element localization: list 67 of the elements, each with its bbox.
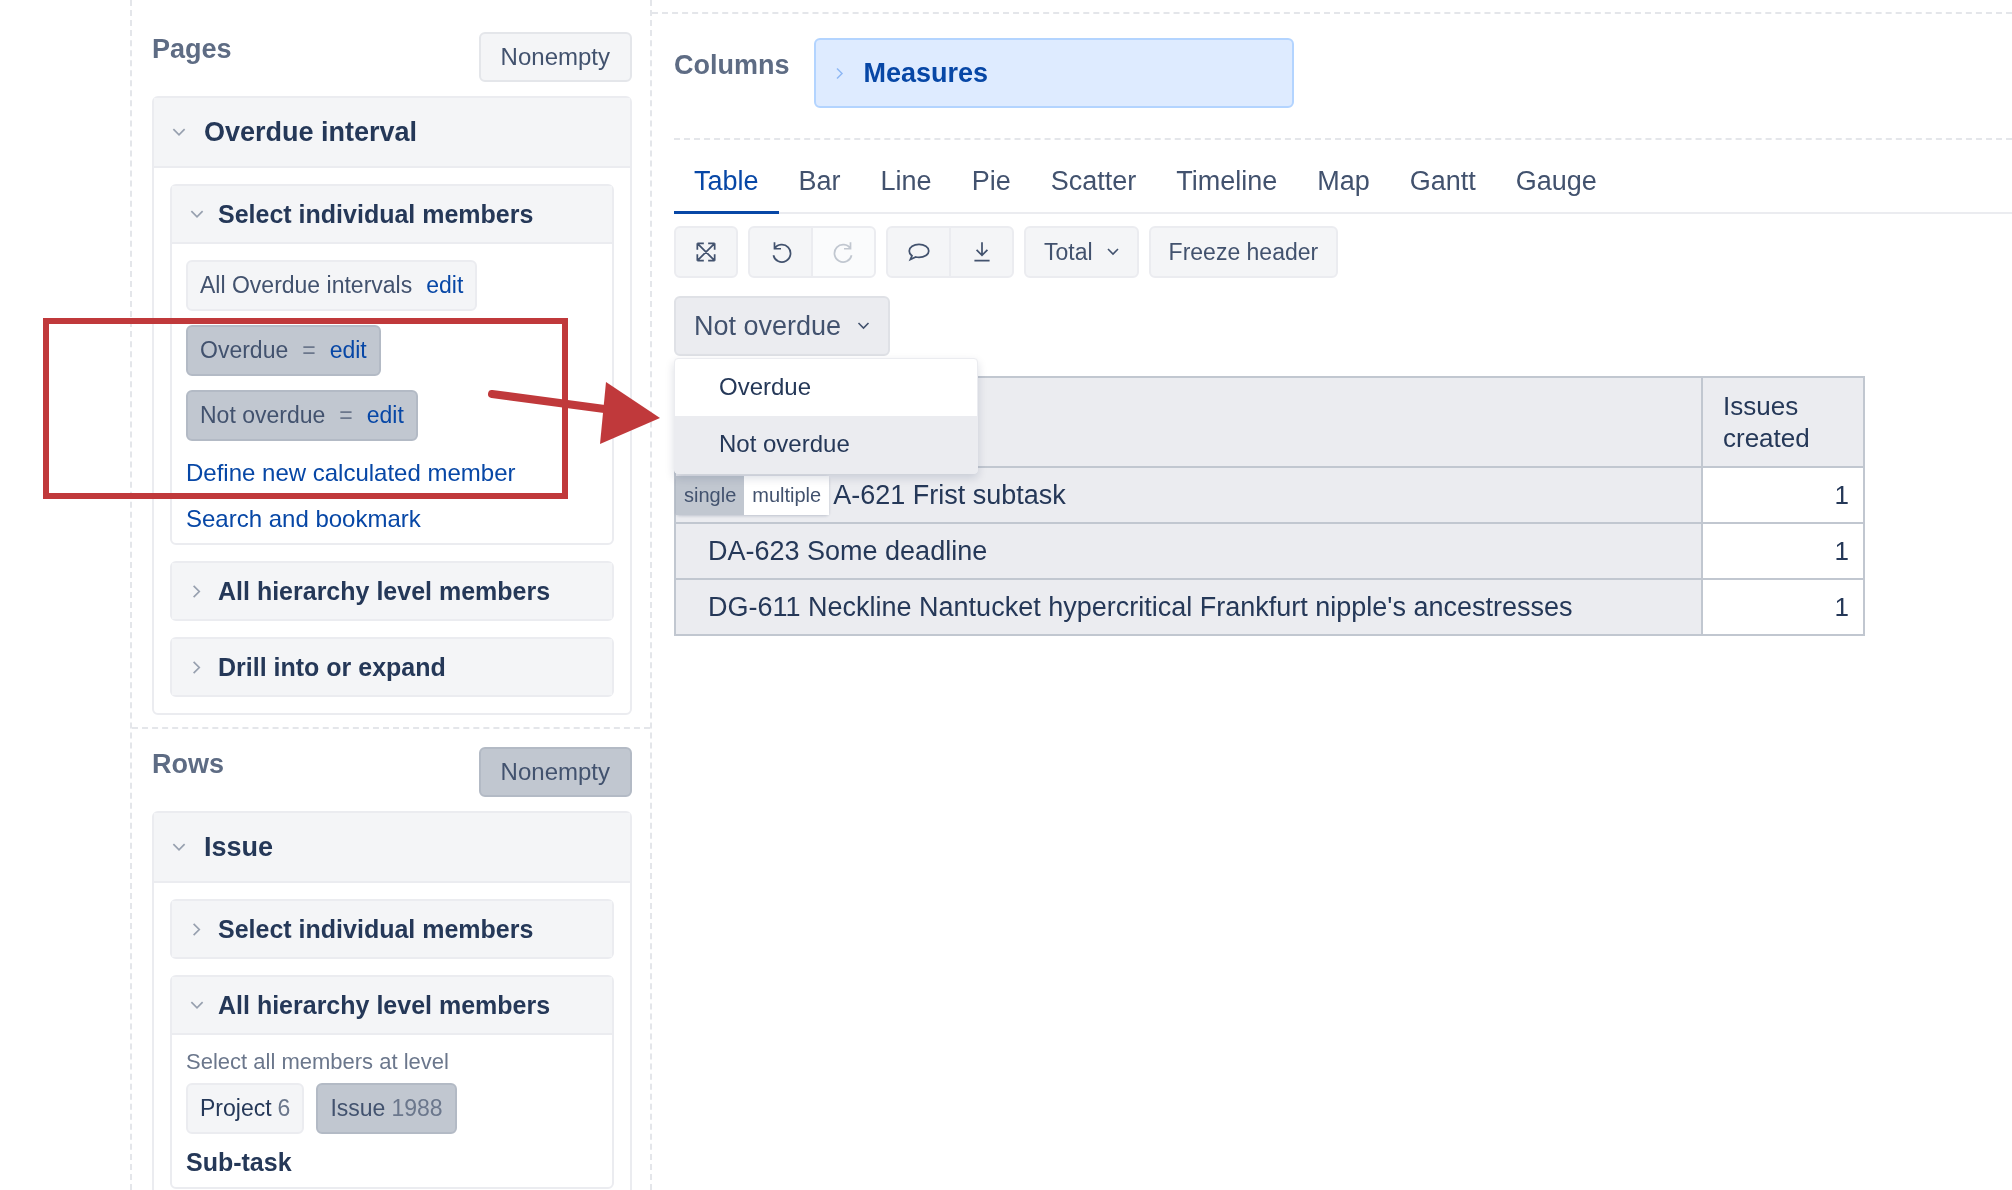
section-title: Drill into or expand [218, 652, 446, 682]
section-header[interactable]: All hierarchy level members [172, 563, 612, 619]
chart-tab[interactable]: Timeline [1156, 152, 1298, 214]
chart-tab[interactable]: Pie [951, 152, 1031, 214]
edit-link[interactable]: edit [426, 272, 464, 299]
level-hint: Select all members at level [186, 1049, 449, 1075]
edit-link[interactable]: edit [329, 337, 367, 364]
equals-sign: = [302, 337, 316, 364]
dimension-title: Issue [204, 831, 274, 863]
section-header[interactable]: Select individual members [172, 901, 612, 957]
row-label: DA-623 Some deadline [708, 535, 988, 567]
measures-chip[interactable]: Measures [813, 38, 1294, 108]
menu-option[interactable]: Not overdue [675, 416, 977, 473]
nonempty-button[interactable]: Nonempty [478, 32, 632, 82]
member-label: Overdue [200, 337, 289, 364]
panel-title: Rows [152, 749, 224, 780]
table-cell: 1 [1703, 524, 1863, 578]
table-cell: 1 [1703, 468, 1863, 522]
section-header[interactable]: Select individual members [172, 186, 612, 244]
chart-tab[interactable]: Scatter [1030, 152, 1157, 214]
caret-icon [857, 322, 871, 330]
section-title: Select individual members [218, 199, 534, 229]
caret-icon [1106, 248, 1119, 256]
freeze-header-button[interactable]: Freeze header [1148, 226, 1339, 278]
chart-tab[interactable]: Gantt [1389, 152, 1496, 214]
section-title: All hierarchy level members [218, 990, 551, 1020]
section-title: Select individual members [218, 914, 534, 944]
row-label: DG-611 Neckline Nantucket hypercritical Frankfurt nipple's ancestresses [708, 591, 1573, 623]
comment-button[interactable] [886, 226, 950, 278]
level-chip[interactable]: Issue 1988 [316, 1083, 457, 1134]
panel-title: Columns [674, 50, 790, 81]
undo-button[interactable] [748, 226, 812, 278]
equals-sign: = [339, 402, 353, 429]
nonempty-button[interactable]: Nonempty [478, 747, 632, 797]
panel-title: Pages [152, 34, 232, 65]
member-chip[interactable]: Overdue = edit [186, 325, 381, 376]
action-link[interactable]: Define new calculated member [186, 459, 516, 487]
chart-tab[interactable]: Line [860, 152, 952, 214]
action-link[interactable]: Search and bookmark [186, 505, 421, 533]
level-chip[interactable]: Project 6 [186, 1083, 305, 1134]
column-header: Issues created [1722, 389, 1811, 455]
dimension-title: Overdue interval [204, 116, 418, 148]
fullscreen-button[interactable] [674, 226, 738, 278]
member-label: Not overdue [200, 402, 326, 429]
section-header[interactable]: Drill into or expand [172, 639, 612, 695]
table-cell: 1 [1703, 580, 1863, 634]
chart-tab[interactable]: Table [674, 152, 779, 214]
measures-label: Measures [863, 57, 989, 89]
member-chip[interactable]: All Overdue intervals edit [186, 260, 478, 311]
chart-tab[interactable]: Map [1297, 152, 1390, 214]
edit-link[interactable]: edit [366, 402, 404, 429]
page-select[interactable]: Not overdue [674, 296, 891, 356]
expand-arrows-icon [693, 239, 719, 265]
chart-tab[interactable]: Bar [778, 152, 861, 214]
chart-tab[interactable]: Gauge [1495, 152, 1617, 214]
member-label: All Overdue intervals [200, 272, 413, 299]
selection-mode-toggle[interactable]: single [676, 475, 745, 515]
member-chip[interactable]: Not overdue = edit [186, 390, 418, 441]
dimension-header[interactable]: Overdue interval [154, 98, 630, 168]
selection-mode-toggle[interactable]: multiple [744, 475, 830, 515]
total-dropdown[interactable]: Total [1024, 226, 1139, 278]
dimension-header[interactable]: Issue [154, 813, 630, 883]
level-name: Sub-task [186, 1148, 292, 1177]
section-header[interactable]: All hierarchy level members [172, 977, 612, 1035]
row-label: A-621 Frist subtask [833, 479, 1066, 511]
section-title: All hierarchy level members [218, 576, 551, 606]
menu-option[interactable]: Overdue [675, 359, 977, 416]
